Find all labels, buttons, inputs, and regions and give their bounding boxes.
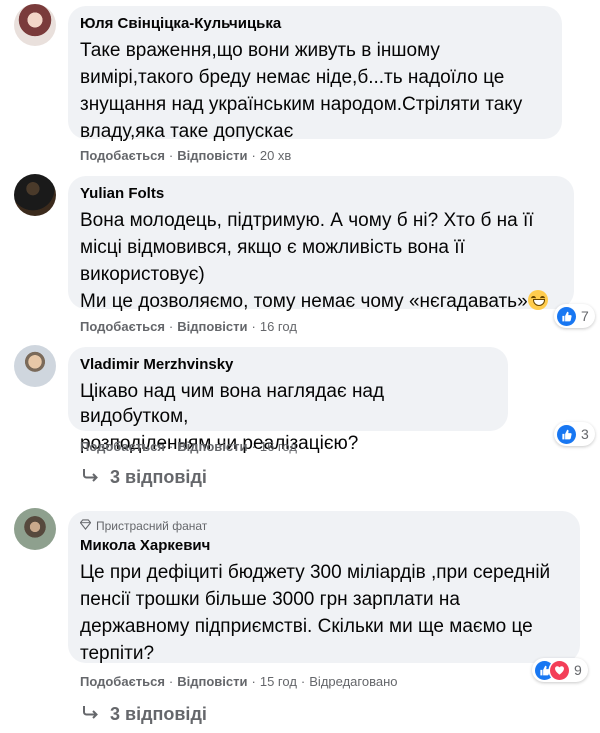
comment-actions: Подобається · Відповісти · 16 год: [80, 438, 297, 456]
comment-bubble: Vladimir Merzhvinsky Цікаво над чим вона…: [68, 347, 508, 454]
comment-timestamp[interactable]: 16 год: [260, 318, 297, 336]
comment-author[interactable]: Микола Харкевич: [80, 536, 566, 556]
reaction-count: 7: [581, 308, 589, 324]
comment-timestamp[interactable]: 16 год: [260, 438, 297, 456]
comment-author[interactable]: Yulian Folts: [80, 184, 560, 204]
like-icon: [557, 424, 576, 444]
comment-text-line: терпіти?: [80, 643, 155, 664]
separator-dot: ·: [251, 148, 256, 163]
comment-timestamp[interactable]: 15 год: [260, 673, 297, 691]
reply-arrow-icon: [82, 467, 100, 488]
comment-actions: Подобається · Відповісти · 20 хв: [80, 147, 291, 165]
replies-count-label: 3 відповіді: [110, 467, 207, 487]
comment-text-line: вимірі,такого бреду немає ніде,б...ть на…: [80, 67, 505, 88]
reaction-count: 3: [581, 426, 589, 442]
separator-dot: ·: [168, 439, 174, 454]
avatar[interactable]: [14, 174, 56, 216]
love-icon: [550, 660, 569, 680]
reply-link[interactable]: Відповісти: [177, 438, 247, 456]
comment-text-line: Це при дефіциті бюджету 300 міліардів ,п…: [80, 562, 551, 583]
like-link[interactable]: Подобається: [80, 438, 165, 456]
diamond-badge-icon: [80, 518, 91, 534]
comment-bubble: Yulian Folts Вона молодець, підтримую. А…: [68, 176, 574, 312]
comment-bubble: Пристрасний фанат Микола Харкевич Це при…: [68, 511, 580, 664]
comment-text-line: пенсії трошки більше 3000 грн зарплати н…: [80, 589, 460, 610]
comment-author[interactable]: Юля Свінціцка-Кульчицька: [80, 14, 548, 34]
comment-actions: Подобається · Відповісти · 16 год: [80, 318, 297, 336]
like-icon: [557, 306, 576, 326]
comment-text-fragment: Ми це дозволяємо, тому немає чому «нєгад…: [80, 291, 528, 312]
comment-text-line: державному підприємстві. Скільки ми ще м…: [80, 616, 533, 637]
separator-dot: ·: [300, 674, 306, 689]
comment-bubble: Юля Свінціцка-Кульчицька Таке враження,щ…: [68, 6, 562, 142]
separator-dot: ·: [168, 319, 174, 334]
like-link[interactable]: Подобається: [80, 673, 165, 691]
comment-text-line: Ми це дозволяємо, тому немає чому «нєгад…: [80, 289, 560, 314]
separator-dot: ·: [251, 439, 256, 454]
reply-arrow-icon: [82, 704, 100, 725]
reaction-summary[interactable]: 7: [554, 304, 595, 328]
grinning-face-emoji: [527, 290, 548, 310]
comment-text-line: Вона молодець, підтримую. А чому б ні? Х…: [80, 210, 534, 231]
comment-text-line: владу,яка таке допускає: [80, 121, 294, 142]
view-replies-button[interactable]: 3 відповіді: [82, 704, 207, 725]
reaction-count: 9: [574, 662, 582, 678]
avatar[interactable]: [14, 4, 56, 46]
comment-timestamp[interactable]: 20 хв: [260, 147, 291, 165]
comment-author[interactable]: Vladimir Merzhvinsky: [80, 355, 494, 375]
reaction-summary[interactable]: 9: [532, 658, 588, 682]
comment-actions: Подобається · Відповісти · 15 год · Відр…: [80, 673, 398, 691]
avatar[interactable]: [14, 508, 56, 550]
badge-label: Пристрасний фанат: [96, 519, 208, 533]
view-replies-button[interactable]: 3 відповіді: [82, 467, 207, 488]
reaction-summary[interactable]: 3: [554, 422, 595, 446]
separator-dot: ·: [251, 319, 256, 334]
reply-link[interactable]: Відповісти: [177, 673, 247, 691]
reply-link[interactable]: Відповісти: [177, 147, 247, 165]
separator-dot: ·: [168, 674, 174, 689]
like-link[interactable]: Подобається: [80, 147, 165, 165]
fan-badge: Пристрасний фанат: [80, 518, 566, 534]
comment-text-line: Таке враження,що вони живуть в іншому: [80, 40, 440, 61]
avatar[interactable]: [14, 345, 56, 387]
reply-link[interactable]: Відповісти: [177, 318, 247, 336]
comment-text-line: використовує): [80, 264, 205, 285]
comment-text-line: знущання над українським народом.Стрілят…: [80, 94, 523, 115]
comment-text-line: Цікаво над чим вона наглядає над видобут…: [80, 381, 385, 427]
separator-dot: ·: [168, 148, 174, 163]
edited-label[interactable]: Відредаговано: [309, 673, 397, 691]
separator-dot: ·: [251, 674, 256, 689]
replies-count-label: 3 відповіді: [110, 704, 207, 724]
like-link[interactable]: Подобається: [80, 318, 165, 336]
comment-text-line: місці відмовився, якщо є можливість вона…: [80, 237, 465, 258]
